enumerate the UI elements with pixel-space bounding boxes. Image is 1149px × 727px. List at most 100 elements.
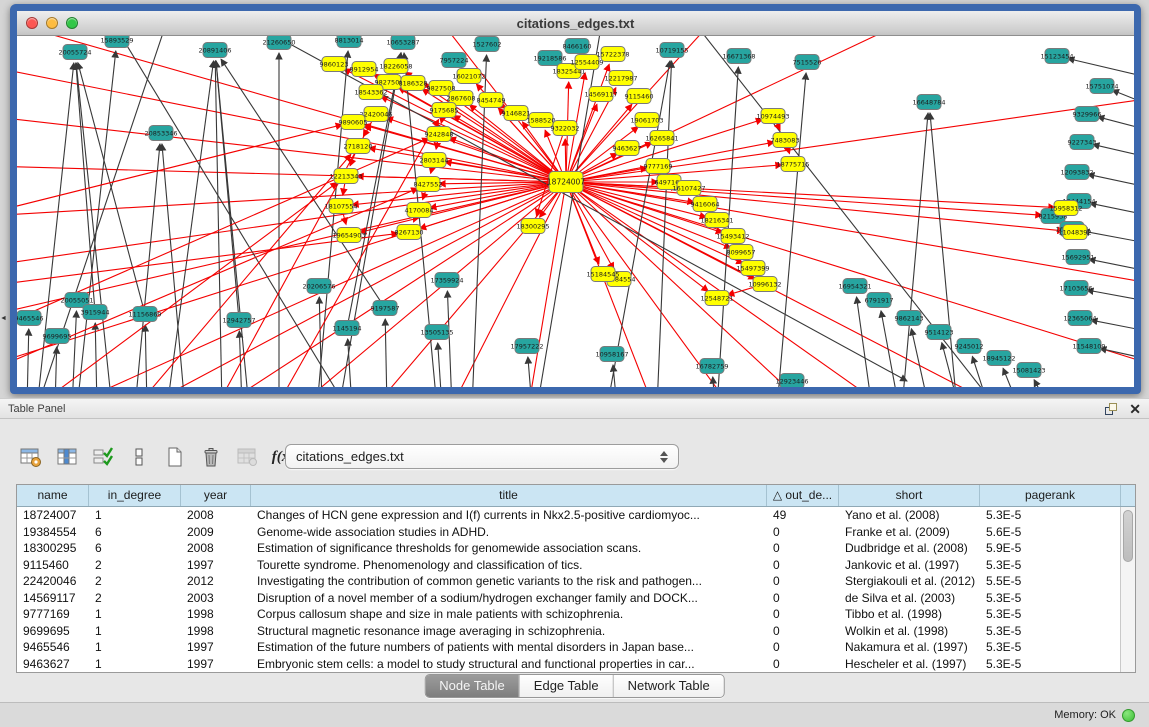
network-node[interactable]: 15692951 bbox=[1061, 250, 1094, 265]
network-node[interactable]: 12942757 bbox=[222, 313, 255, 328]
delete-table-icon[interactable] bbox=[232, 442, 262, 472]
table-row[interactable]: 2242004622012Investigating the contribut… bbox=[17, 573, 1135, 590]
network-node[interactable]: 12213343 bbox=[329, 169, 362, 184]
delete-column-icon[interactable] bbox=[196, 442, 226, 472]
citation-edge-black[interactable] bbox=[1098, 117, 1134, 131]
network-node[interactable]: 3915944 bbox=[81, 305, 110, 320]
network-node[interactable]: 2718120 bbox=[344, 139, 373, 154]
show-columns-icon[interactable] bbox=[52, 442, 82, 472]
citation-edge-black[interactable] bbox=[447, 291, 452, 387]
citation-edge-black[interactable] bbox=[607, 61, 670, 387]
network-node[interactable]: 9329966 bbox=[1073, 107, 1102, 122]
panel-collapse-arrow[interactable]: ◄ bbox=[0, 315, 7, 322]
network-node[interactable]: 8427552 bbox=[414, 177, 443, 192]
citation-edge-black[interactable] bbox=[613, 365, 617, 387]
tab-network-table[interactable]: Network Table bbox=[613, 675, 724, 697]
citation-edge-black[interactable] bbox=[657, 61, 672, 387]
table-row[interactable]: 1938455462009Genome-wide association stu… bbox=[17, 524, 1135, 541]
network-node[interactable]: 16021072 bbox=[452, 69, 485, 84]
network-node[interactable]: 15081423 bbox=[1012, 363, 1045, 378]
table-scrollbar[interactable] bbox=[1120, 507, 1135, 672]
network-node[interactable]: 15497399 bbox=[736, 261, 769, 276]
network-node[interactable]: 11048392 bbox=[1058, 225, 1091, 240]
network-node[interactable]: 16107427 bbox=[672, 181, 705, 196]
citation-edge-black[interactable] bbox=[528, 357, 532, 387]
network-node[interactable]: 15958312 bbox=[1049, 201, 1082, 216]
tab-edge-table[interactable]: Edge Table bbox=[519, 675, 613, 697]
network-node[interactable]: 8813014 bbox=[335, 36, 364, 48]
network-node[interactable]: 10974493 bbox=[756, 109, 789, 124]
network-node[interactable]: 12093832 bbox=[1060, 165, 1093, 180]
network-node[interactable]: 20055724 bbox=[58, 45, 91, 60]
citation-edge-red[interactable] bbox=[527, 182, 566, 387]
network-node[interactable]: 15893529 bbox=[100, 36, 133, 48]
citation-edge-black[interactable] bbox=[1090, 203, 1134, 216]
citation-edge-black[interactable] bbox=[239, 331, 242, 387]
table-selector-dropdown[interactable]: citations_edges.txt bbox=[285, 444, 679, 469]
clear-selection-icon[interactable] bbox=[124, 442, 154, 472]
table-row[interactable]: 946362711997Embryonic stem cells: a mode… bbox=[17, 656, 1135, 673]
network-node[interactable]: 11156869 bbox=[128, 307, 161, 322]
citation-edge-black[interactable] bbox=[911, 329, 929, 387]
column-header-in_degree[interactable]: in_degree bbox=[89, 485, 181, 506]
network-node[interactable]: 9245012 bbox=[955, 339, 984, 354]
network-node[interactable]: 9862143 bbox=[895, 311, 924, 326]
network-node[interactable]: 9699695 bbox=[43, 329, 72, 344]
network-node[interactable]: 10719155 bbox=[655, 43, 688, 58]
network-node[interactable]: 9197587 bbox=[371, 301, 400, 316]
network-node[interactable]: 20891406 bbox=[198, 43, 231, 58]
network-node[interactable]: 9777169 bbox=[644, 159, 673, 174]
float-window-icon[interactable] bbox=[1103, 401, 1119, 417]
citation-edge-black[interactable] bbox=[162, 144, 185, 387]
network-node[interactable]: 12923446 bbox=[775, 374, 808, 388]
network-node[interactable]: 9322032 bbox=[551, 121, 580, 136]
network-node[interactable]: 11548109 bbox=[1072, 339, 1105, 354]
column-header-out_de[interactable]: △ out_de... bbox=[767, 485, 839, 506]
citation-edge-red[interactable] bbox=[447, 182, 566, 387]
citation-edge-black[interactable] bbox=[1089, 259, 1134, 272]
network-node[interactable]: 9860123 bbox=[320, 57, 349, 72]
table-row[interactable]: 946554611997Estimation of the future num… bbox=[17, 639, 1135, 656]
network-node[interactable]: 1527602 bbox=[473, 37, 502, 52]
network-node[interactable]: 15751074 bbox=[1085, 79, 1118, 94]
network-node[interactable]: 10996132 bbox=[748, 277, 781, 292]
network-window-titlebar[interactable]: citations_edges.txt bbox=[17, 11, 1134, 36]
network-node[interactable]: 19061703 bbox=[630, 113, 663, 128]
column-header-year[interactable]: year bbox=[181, 485, 251, 506]
network-node[interactable]: 7957224 bbox=[440, 53, 469, 68]
table-row[interactable]: 1830029562008Estimation of significance … bbox=[17, 540, 1135, 557]
citation-edge-red[interactable] bbox=[17, 36, 566, 182]
citation-edge-red[interactable] bbox=[352, 182, 566, 205]
network-node[interactable]: 8186328 bbox=[399, 76, 428, 91]
network-node[interactable]: 9242848 bbox=[425, 127, 454, 142]
close-panel-icon[interactable]: ✕ bbox=[1129, 402, 1141, 416]
network-node[interactable]: 10653287 bbox=[386, 36, 419, 50]
citation-edge-black[interactable] bbox=[317, 51, 348, 387]
network-node[interactable]: 9115460 bbox=[625, 89, 654, 104]
network-node[interactable]: 12365064 bbox=[1063, 311, 1096, 326]
network-node[interactable]: 18226058 bbox=[379, 59, 412, 74]
citation-edge-black[interactable] bbox=[72, 311, 76, 387]
select-rows-icon[interactable] bbox=[88, 442, 118, 472]
citation-edge-black[interactable] bbox=[1088, 174, 1134, 188]
citation-edge-black[interactable] bbox=[1091, 320, 1134, 332]
citation-edge-red[interactable] bbox=[17, 188, 418, 376]
citation-edge-black[interactable] bbox=[438, 343, 442, 387]
citation-edge-black[interactable] bbox=[1093, 144, 1134, 158]
network-node[interactable]: 15722378 bbox=[596, 47, 629, 62]
network-canvas[interactable]: 2005572415893529208914062126065088130141… bbox=[17, 36, 1134, 387]
network-node[interactable]: 8912954 bbox=[350, 62, 379, 77]
column-header-name[interactable]: name bbox=[17, 485, 89, 506]
table-row[interactable]: 977716911998Corpus callosum shape and si… bbox=[17, 606, 1135, 623]
network-node[interactable]: 8267130 bbox=[395, 225, 424, 240]
network-node[interactable]: 9463627 bbox=[613, 141, 642, 156]
network-node[interactable]: 6791917 bbox=[865, 293, 894, 308]
create-column-icon[interactable] bbox=[160, 442, 190, 472]
network-node[interactable]: 9227343 bbox=[1068, 135, 1097, 150]
network-node[interactable]: 8454749 bbox=[477, 93, 506, 108]
citation-edge-black[interactable] bbox=[1068, 59, 1134, 76]
network-node[interactable]: 16648784 bbox=[912, 95, 945, 110]
network-node[interactable]: 20853346 bbox=[144, 126, 177, 141]
citation-edge-red[interactable] bbox=[37, 183, 337, 387]
citation-edge-black[interactable] bbox=[77, 51, 116, 387]
